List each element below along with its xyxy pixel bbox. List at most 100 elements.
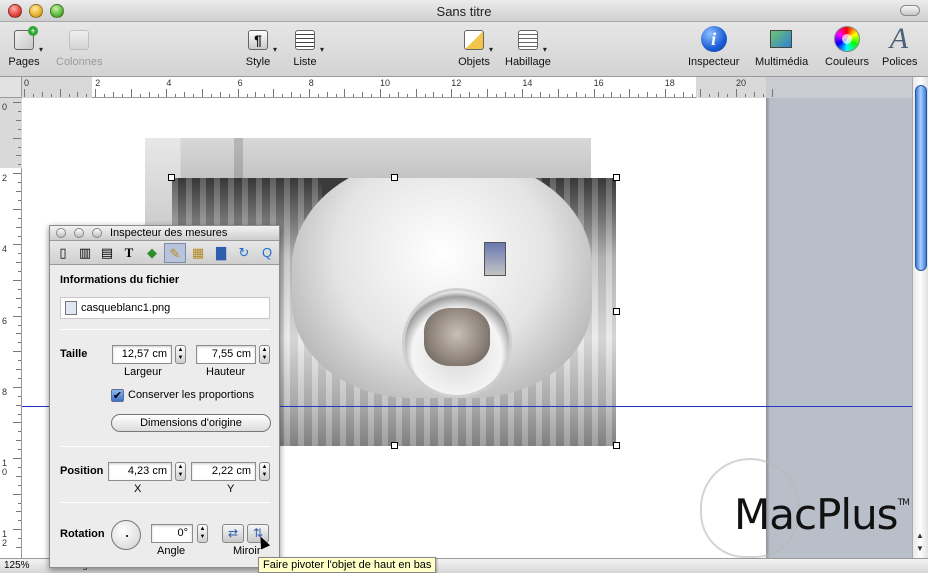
ruler-tick bbox=[18, 413, 21, 415]
ruler-tick bbox=[566, 94, 568, 97]
ruler-label: 1 0 bbox=[2, 458, 8, 477]
ruler-tick bbox=[219, 92, 221, 97]
pages-button[interactable]: + ▾ Pages bbox=[8, 24, 43, 68]
width-field[interactable]: 12,57 cm bbox=[112, 345, 172, 364]
ruler-tick bbox=[18, 431, 21, 433]
ruler-tick bbox=[460, 94, 462, 97]
height-stepper[interactable]: ▲ ▼ bbox=[259, 345, 270, 364]
original-size-button[interactable]: Dimensions d'origine bbox=[111, 414, 271, 432]
inspector-title-bar[interactable]: Inspecteur des mesures bbox=[50, 226, 279, 241]
polices-button[interactable]: A Polices bbox=[882, 22, 918, 68]
text-tab-icon[interactable]: T bbox=[118, 243, 140, 263]
resize-handle[interactable] bbox=[168, 174, 175, 181]
resize-handle[interactable] bbox=[613, 308, 620, 315]
ruler-tick bbox=[16, 333, 21, 335]
rotation-knob[interactable] bbox=[111, 520, 141, 550]
colonnes-button[interactable]: Colonnes bbox=[56, 24, 102, 68]
ruler-tick bbox=[16, 155, 21, 157]
ruler-tick bbox=[558, 89, 559, 97]
y-field[interactable]: 2,22 cm bbox=[191, 462, 256, 481]
ruler-label: 18 bbox=[664, 78, 675, 88]
height-field[interactable]: 7,55 cm bbox=[196, 345, 256, 364]
y-stepper[interactable]: ▲ ▼ bbox=[259, 462, 270, 481]
layout-tab-icon[interactable]: ▥ bbox=[74, 243, 96, 263]
ruler-tick bbox=[647, 92, 648, 97]
couleurs-button[interactable]: Couleurs bbox=[825, 24, 869, 68]
quicktime-tab-icon[interactable]: Q bbox=[256, 243, 278, 263]
ruler-tick bbox=[13, 351, 21, 353]
file-name: casqueblanc1.png bbox=[81, 302, 171, 314]
macplus-logo: MacPlusTM bbox=[734, 490, 910, 539]
ruler-tick bbox=[442, 94, 444, 97]
ruler-label: 1 2 bbox=[2, 529, 8, 549]
metrics-tab-icon[interactable]: ✎ bbox=[164, 243, 186, 263]
position-heading: Position bbox=[60, 465, 104, 477]
keep-proportions-checkbox[interactable]: ✔ bbox=[111, 389, 124, 402]
tooltip: Faire pivoter l'objet de haut en bas bbox=[258, 557, 437, 573]
inspector-title: Inspecteur des mesures bbox=[110, 227, 228, 239]
habillage-label: Habillage bbox=[505, 56, 551, 68]
inspecteur-button[interactable]: i Inspecteur bbox=[688, 24, 739, 68]
ruler-tick bbox=[344, 89, 346, 97]
resize-handle[interactable] bbox=[391, 174, 398, 181]
multimedia-button[interactable]: Multimédia bbox=[755, 24, 808, 68]
ruler-tick bbox=[762, 94, 764, 97]
inspector-minimize-button[interactable] bbox=[74, 228, 84, 238]
resize-handle[interactable] bbox=[391, 442, 398, 449]
habillage-button[interactable]: ▾ Habillage bbox=[505, 24, 551, 68]
ruler-label: 0 bbox=[2, 102, 8, 112]
ruler-tick bbox=[50, 94, 52, 97]
scroll-thumb[interactable] bbox=[915, 85, 927, 271]
inspector-zoom-button[interactable] bbox=[92, 228, 102, 238]
ruler-tick bbox=[611, 92, 613, 97]
info-icon: i bbox=[698, 24, 730, 54]
inspector-close-button[interactable] bbox=[56, 228, 66, 238]
ruler-tick bbox=[522, 89, 524, 97]
inspecteur-label: Inspecteur bbox=[688, 56, 740, 68]
table-tab-icon[interactable]: ▦ bbox=[187, 243, 209, 263]
resize-handle[interactable] bbox=[613, 174, 620, 181]
ruler-tick bbox=[139, 94, 141, 97]
flip-horizontal-icon[interactable]: ⇄ bbox=[222, 524, 244, 543]
ruler-tick bbox=[228, 94, 230, 97]
chart-tab-icon[interactable]: ▇ bbox=[210, 243, 232, 263]
ruler-tick bbox=[362, 92, 364, 97]
objets-button[interactable]: ▾ Objets bbox=[458, 24, 493, 68]
keep-proportions-label: Conserver les proportions bbox=[128, 389, 254, 401]
ruler-tick bbox=[291, 92, 292, 97]
style-button[interactable]: ¶ ▾ Style bbox=[242, 24, 277, 68]
ruler-label: 10 bbox=[380, 78, 391, 88]
title-bar: Sans titre bbox=[0, 0, 928, 22]
width-stepper[interactable]: ▲ ▼ bbox=[175, 345, 186, 364]
graphic-tab-icon[interactable]: ◆ bbox=[141, 243, 163, 263]
vertical-ruler[interactable]: 0 2 4 6 8 1 0 1 2 bbox=[0, 98, 22, 558]
ruler-corner bbox=[0, 77, 22, 98]
ruler-tick bbox=[246, 94, 248, 97]
document-tab-icon[interactable]: ▯ bbox=[52, 243, 74, 263]
ruler-tick bbox=[397, 92, 399, 97]
polices-label: Polices bbox=[882, 56, 918, 68]
ruler-tick bbox=[18, 217, 21, 219]
ruler-tick bbox=[451, 89, 453, 97]
ruler-label: 16 bbox=[593, 78, 604, 88]
scroll-up-arrow[interactable]: ▲ bbox=[916, 531, 924, 540]
x-field[interactable]: 4,23 cm bbox=[108, 462, 172, 481]
horizontal-ruler[interactable]: 0 2 4 6 8 10 12 14 16 18 20 bbox=[22, 77, 773, 98]
resize-handle[interactable] bbox=[613, 442, 620, 449]
zoom-level[interactable]: 125% bbox=[4, 560, 30, 571]
wrap-tab-icon[interactable]: ▤ bbox=[96, 243, 118, 263]
ruler-tick bbox=[593, 89, 595, 97]
ruler-tick bbox=[13, 208, 21, 210]
toolbar-toggle-button[interactable] bbox=[900, 5, 920, 16]
angle-stepper[interactable]: ▲ ▼ bbox=[197, 524, 208, 543]
ruler-tick bbox=[86, 94, 88, 97]
angle-field[interactable]: 0° bbox=[151, 524, 193, 543]
ruler-tick bbox=[18, 306, 21, 308]
link-tab-icon[interactable]: ↻ bbox=[233, 243, 255, 263]
vertical-scrollbar[interactable]: ▲ ▼ bbox=[912, 77, 928, 558]
ruler-tick bbox=[13, 102, 21, 103]
liste-button[interactable]: ▾ Liste bbox=[289, 24, 324, 68]
ruler-tick bbox=[584, 94, 586, 97]
x-stepper[interactable]: ▲ ▼ bbox=[175, 462, 186, 481]
scroll-down-arrow[interactable]: ▼ bbox=[916, 544, 924, 553]
